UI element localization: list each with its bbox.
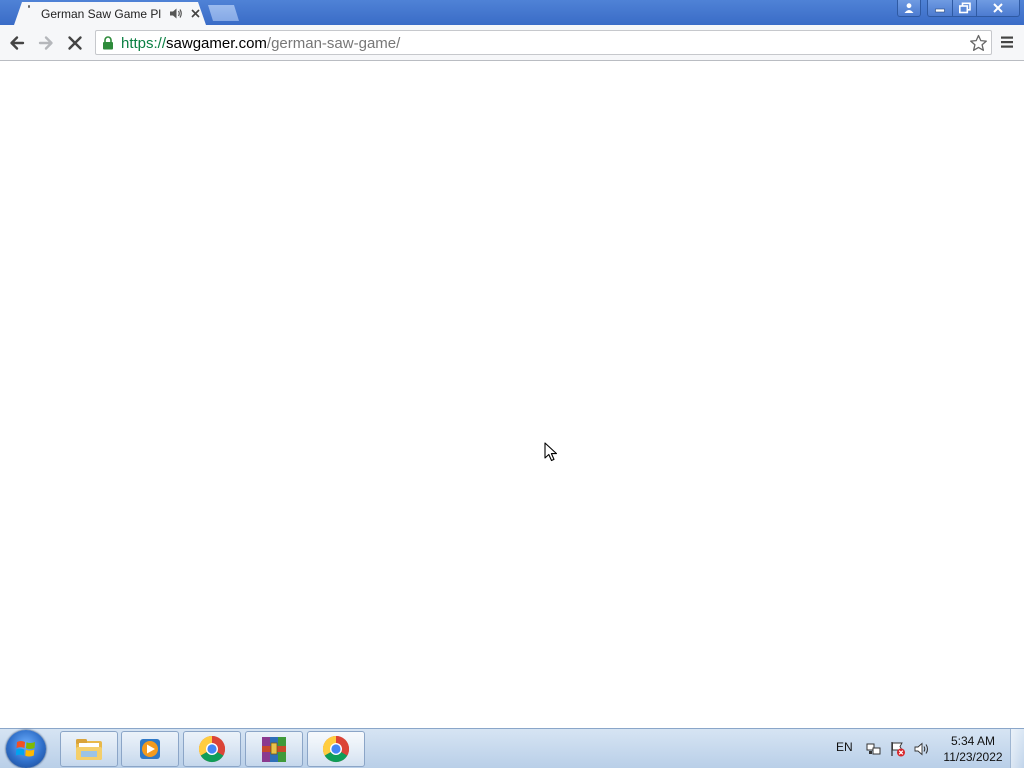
url-host: sawgamer.com xyxy=(166,35,267,52)
windows-start-icon xyxy=(15,741,35,757)
language-indicator[interactable]: EN xyxy=(836,740,853,754)
start-button[interactable] xyxy=(6,730,46,768)
profile-icon xyxy=(904,3,914,13)
winrar-icon xyxy=(262,737,286,762)
address-bar[interactable]: https://sawgamer.com/german-saw-game/ xyxy=(95,30,992,55)
back-arrow-icon[interactable] xyxy=(7,33,27,53)
media-player-icon xyxy=(140,739,160,759)
taskbar-file-explorer[interactable] xyxy=(60,731,118,767)
tab-title: German Saw Game Pla xyxy=(41,7,161,21)
bookmark-star-icon[interactable] xyxy=(969,34,988,52)
forward-arrow-icon[interactable] xyxy=(36,33,56,53)
file-explorer-icon xyxy=(76,739,102,760)
stop-loading-icon[interactable] xyxy=(65,33,85,53)
volume-icon[interactable] xyxy=(914,741,930,757)
url-text[interactable]: https://sawgamer.com/german-saw-game/ xyxy=(121,35,400,52)
url-scheme: https:// xyxy=(121,35,167,52)
action-center-flag-icon[interactable] xyxy=(890,741,906,757)
browser-titlebar: German Saw Game Pla xyxy=(0,0,1024,25)
close-tab-icon[interactable] xyxy=(189,7,202,20)
minimize-button[interactable] xyxy=(927,0,953,17)
taskbar-chrome-2[interactable] xyxy=(307,731,365,767)
minimize-icon xyxy=(935,8,945,13)
menu-icon[interactable] xyxy=(1000,35,1014,49)
page-content xyxy=(0,62,1024,728)
windows-taskbar: EN 5:34 AM 11/23/2022 xyxy=(0,728,1024,768)
taskbar-winrar[interactable] xyxy=(245,731,303,767)
lock-icon[interactable] xyxy=(102,36,114,50)
browser-toolbar: https://sawgamer.com/german-saw-game/ xyxy=(0,25,1024,61)
close-icon xyxy=(993,3,1003,13)
network-icon[interactable] xyxy=(866,741,882,757)
chrome-icon xyxy=(322,735,350,763)
restore-icon xyxy=(958,2,971,14)
browser-tab[interactable]: German Saw Game Pla xyxy=(14,2,206,25)
clock-time: 5:34 AM xyxy=(950,734,996,748)
url-path: /german-saw-game/ xyxy=(266,35,401,52)
close-window-button[interactable] xyxy=(976,0,1020,17)
mouse-cursor-icon xyxy=(544,442,558,462)
clock-date: 11/23/2022 xyxy=(943,750,1003,764)
chrome-icon xyxy=(198,735,226,763)
audio-playing-icon[interactable] xyxy=(169,7,183,20)
show-desktop-button[interactable] xyxy=(1010,729,1024,768)
loading-favicon-icon xyxy=(28,5,32,9)
taskbar-chrome-1[interactable] xyxy=(183,731,241,767)
system-clock[interactable]: 5:34 AM 11/23/2022 xyxy=(940,733,1006,765)
profile-button[interactable] xyxy=(897,0,921,17)
new-tab-button[interactable] xyxy=(208,5,239,21)
taskbar-media-player[interactable] xyxy=(121,731,179,767)
restore-button[interactable] xyxy=(952,0,977,17)
